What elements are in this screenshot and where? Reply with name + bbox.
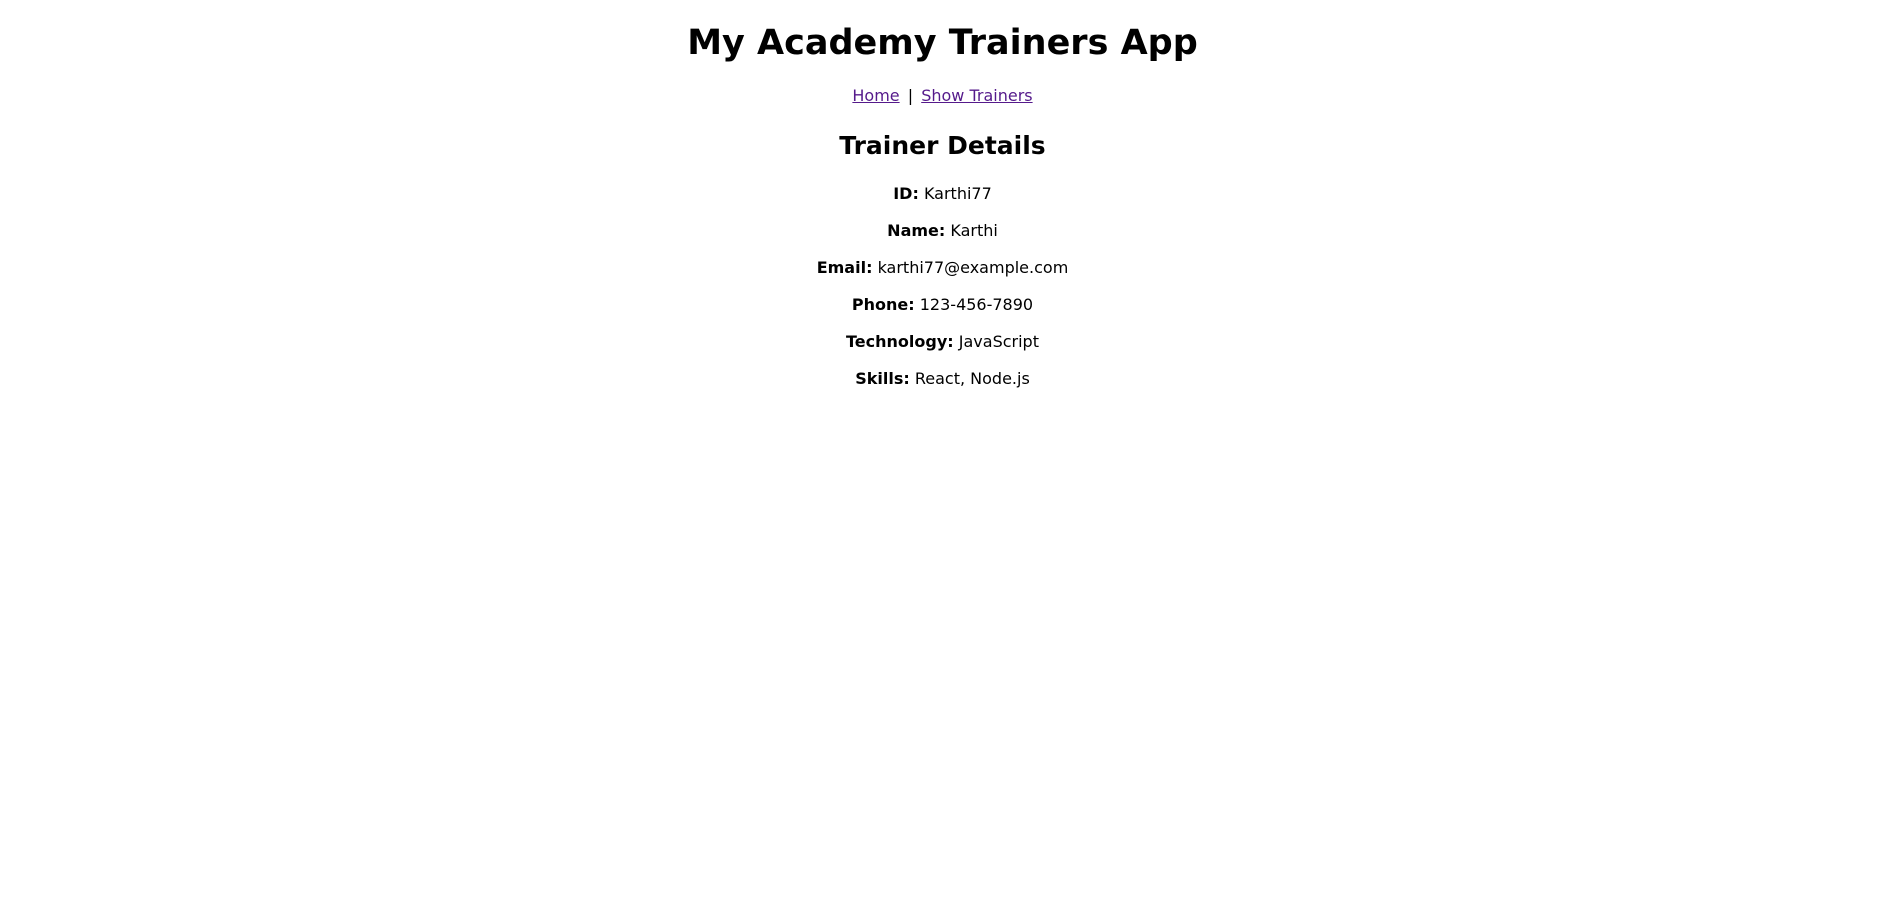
trainer-name-value: Karthi: [950, 221, 998, 240]
trainer-phone-row: Phone: 123-456-7890: [0, 286, 1885, 323]
home-link[interactable]: Home: [852, 86, 899, 105]
trainer-id-row: ID: Karthi77: [0, 175, 1885, 212]
trainer-skills-row: Skills: React, Node.js: [0, 360, 1885, 397]
trainer-skills-label: Skills:: [855, 369, 910, 388]
trainer-name-row: Name: Karthi: [0, 212, 1885, 249]
trainer-id-label: ID:: [893, 184, 919, 203]
trainer-email-label: Email:: [816, 258, 873, 277]
trainer-email-row: Email: karthi77@example.com: [0, 249, 1885, 286]
trainer-technology-label: Technology:: [846, 332, 954, 351]
trainer-skills-value: React, Node.js: [914, 369, 1030, 388]
show-trainers-link[interactable]: Show Trainers: [921, 86, 1032, 105]
trainer-technology-value: JavaScript: [958, 332, 1039, 351]
app-title: My Academy Trainers App: [687, 23, 1198, 63]
nav-separator: |: [907, 86, 914, 105]
trainer-details-page: My Academy Trainers App Home | Show Trai…: [0, 0, 1885, 903]
trainer-details-title: Trainer Details: [839, 131, 1046, 160]
trainer-phone-value: 123-456-7890: [919, 295, 1034, 314]
trainer-id-value: Karthi77: [923, 184, 992, 203]
trainer-details-list: ID: Karthi77 Name: Karthi Email: karthi7…: [0, 175, 1885, 397]
main-navigation: Home | Show Trainers: [0, 85, 1885, 107]
trainer-technology-row: Technology: JavaScript: [0, 323, 1885, 360]
trainer-phone-label: Phone:: [851, 295, 915, 314]
trainer-email-value: karthi77@example.com: [877, 258, 1069, 277]
trainer-name-label: Name:: [887, 221, 946, 240]
